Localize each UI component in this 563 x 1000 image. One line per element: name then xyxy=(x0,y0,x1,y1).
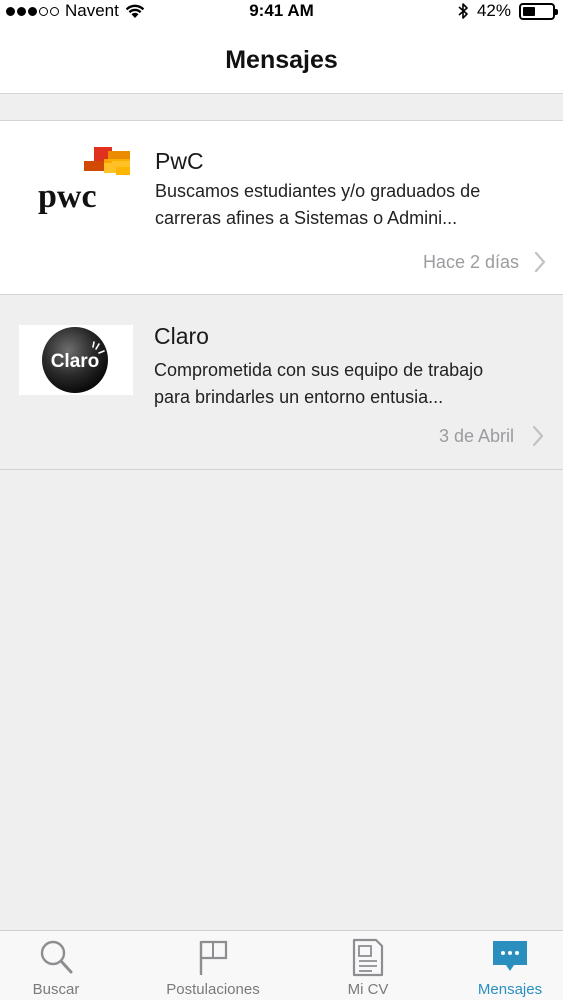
message-item-claro[interactable]: Claro Claro Comprometida con sus equipo … xyxy=(0,295,563,470)
battery-percentage: 42% xyxy=(476,1,511,20)
message-sender: PwC xyxy=(155,148,204,174)
message-preview-line: Comprometida con sus equipo de trabajo xyxy=(154,360,484,380)
message-date: 3 de Abril xyxy=(438,426,514,446)
bluetooth-icon xyxy=(458,3,468,19)
search-icon xyxy=(40,940,73,974)
message-preview-line: carreras afines a Sistemas o Admini... xyxy=(155,208,458,228)
navigation-bar: Mensajes xyxy=(0,24,563,94)
tab-label: Postulaciones xyxy=(166,981,260,998)
message-preview-line: para brindarles un entorno entusia... xyxy=(154,387,444,407)
document-icon xyxy=(352,938,384,977)
tab-postulaciones[interactable]: Postulaciones xyxy=(148,931,278,1000)
chevron-right-icon xyxy=(534,251,546,273)
page-title: Mensajes xyxy=(225,46,338,74)
message-sender: Claro xyxy=(154,323,209,349)
pwc-logo: pwc xyxy=(24,145,138,215)
tab-label: Mi CV xyxy=(347,981,389,998)
message-preview: Buscamos estudiantes y/o graduados de ca… xyxy=(155,178,535,232)
chat-bubble-icon xyxy=(493,941,527,971)
message-date: Hace 2 días xyxy=(422,252,519,272)
flag-icon xyxy=(199,940,228,975)
status-bar: Navent 9:41 AM 42% xyxy=(0,0,563,24)
tab-buscar[interactable]: Buscar xyxy=(0,931,112,1000)
tab-label: Mensajes xyxy=(477,981,543,998)
chevron-right-icon xyxy=(532,425,544,447)
pwc-logo-text: pwc xyxy=(38,178,97,215)
tab-label: Buscar xyxy=(32,981,80,998)
battery-icon xyxy=(519,2,558,20)
tab-bar: Buscar Postulaciones Mi CV Mensajes xyxy=(0,930,563,1000)
screen: Navent 9:41 AM 42% Mensajes pwc PwC Busc… xyxy=(0,0,563,1000)
claro-logo: Claro xyxy=(19,325,133,395)
message-list: pwc PwC Buscamos estudiantes y/o graduad… xyxy=(0,120,563,470)
tab-mi-cv[interactable]: Mi CV xyxy=(316,931,420,1000)
claro-logo-text: Claro xyxy=(51,351,100,372)
tab-mensajes[interactable]: Mensajes xyxy=(460,931,560,1000)
message-item-pwc[interactable]: pwc PwC Buscamos estudiantes y/o graduad… xyxy=(0,120,563,295)
message-preview-line: Buscamos estudiantes y/o graduados de xyxy=(155,181,481,201)
message-preview: Comprometida con sus equipo de trabajo p… xyxy=(154,357,534,411)
status-right: 42% xyxy=(458,1,558,21)
